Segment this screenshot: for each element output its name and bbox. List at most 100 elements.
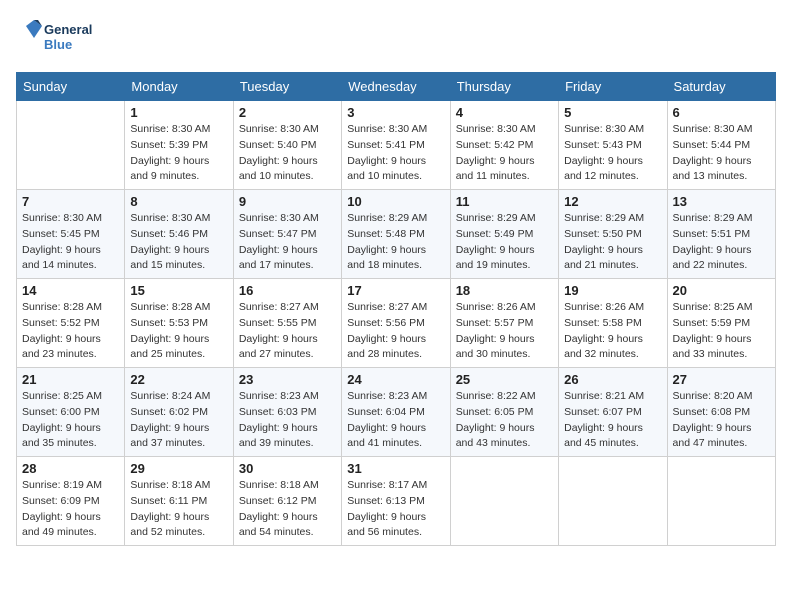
calendar-cell: 13 Sunrise: 8:29 AMSunset: 5:51 PMDayligh… bbox=[667, 190, 775, 279]
day-info: Sunrise: 8:30 AMSunset: 5:45 PMDaylight:… bbox=[22, 211, 119, 274]
day-number: 6 bbox=[673, 105, 770, 120]
calendar-cell: 25 Sunrise: 8:22 AMSunset: 6:05 PMDayligh… bbox=[450, 368, 558, 457]
calendar-cell: 23 Sunrise: 8:23 AMSunset: 6:03 PMDayligh… bbox=[233, 368, 341, 457]
calendar-cell: 29Sunrise: 8:18 AMSunset: 6:11 PMDayligh… bbox=[125, 457, 233, 546]
calendar-cell: 12 Sunrise: 8:29 AMSunset: 5:50 PMDayligh… bbox=[559, 190, 667, 279]
day-number: 15 bbox=[130, 283, 227, 298]
day-number: 25 bbox=[456, 372, 553, 387]
day-info: Sunrise: 8:28 AMSunset: 5:53 PMDaylight:… bbox=[130, 300, 227, 363]
day-number: 20 bbox=[673, 283, 770, 298]
calendar-cell: 8 Sunrise: 8:30 AMSunset: 5:46 PMDaylight… bbox=[125, 190, 233, 279]
calendar-cell: 31 Sunrise: 8:17 AMSunset: 6:13 PMDayligh… bbox=[342, 457, 450, 546]
weekday-header-monday: Monday bbox=[125, 73, 233, 101]
day-info: Sunrise: 8:30 AMSunset: 5:40 PMDaylight:… bbox=[239, 122, 336, 185]
calendar-cell: 30 Sunrise: 8:18 AMSunset: 6:12 PMDayligh… bbox=[233, 457, 341, 546]
day-number: 31 bbox=[347, 461, 444, 476]
day-info: Sunrise: 8:26 AMSunset: 5:58 PMDaylight:… bbox=[564, 300, 661, 363]
calendar-cell: 4 Sunrise: 8:30 AMSunset: 5:42 PMDaylight… bbox=[450, 101, 558, 190]
calendar-cell bbox=[17, 101, 125, 190]
page-header: General Blue bbox=[16, 16, 776, 60]
weekday-header-friday: Friday bbox=[559, 73, 667, 101]
day-number: 11 bbox=[456, 194, 553, 209]
calendar-cell: 6 Sunrise: 8:30 AMSunset: 5:44 PMDaylight… bbox=[667, 101, 775, 190]
day-info: Sunrise: 8:29 AMSunset: 5:48 PMDaylight:… bbox=[347, 211, 444, 274]
calendar-cell: 21 Sunrise: 8:25 AMSunset: 6:00 PMDayligh… bbox=[17, 368, 125, 457]
day-number: 29 bbox=[130, 461, 227, 476]
weekday-header-wednesday: Wednesday bbox=[342, 73, 450, 101]
day-info: Sunrise: 8:30 AMSunset: 5:47 PMDaylight:… bbox=[239, 211, 336, 274]
day-info: Sunrise: 8:30 AMSunset: 5:44 PMDaylight:… bbox=[673, 122, 770, 185]
weekday-header-saturday: Saturday bbox=[667, 73, 775, 101]
day-info: Sunrise: 8:21 AMSunset: 6:07 PMDaylight:… bbox=[564, 389, 661, 452]
day-number: 28 bbox=[22, 461, 119, 476]
day-number: 21 bbox=[22, 372, 119, 387]
calendar-cell: 17 Sunrise: 8:27 AMSunset: 5:56 PMDayligh… bbox=[342, 279, 450, 368]
day-info: Sunrise: 8:20 AMSunset: 6:08 PMDaylight:… bbox=[673, 389, 770, 452]
calendar-cell: 19 Sunrise: 8:26 AMSunset: 5:58 PMDayligh… bbox=[559, 279, 667, 368]
day-info: Sunrise: 8:30 AMSunset: 5:39 PMDaylight:… bbox=[130, 122, 227, 185]
day-info: Sunrise: 8:30 AMSunset: 5:46 PMDaylight:… bbox=[130, 211, 227, 274]
calendar-cell: 5 Sunrise: 8:30 AMSunset: 5:43 PMDaylight… bbox=[559, 101, 667, 190]
day-number: 26 bbox=[564, 372, 661, 387]
weekday-header-sunday: Sunday bbox=[17, 73, 125, 101]
day-number: 24 bbox=[347, 372, 444, 387]
day-info: Sunrise: 8:27 AMSunset: 5:55 PMDaylight:… bbox=[239, 300, 336, 363]
day-info: Sunrise: 8:24 AMSunset: 6:02 PMDaylight:… bbox=[130, 389, 227, 452]
day-number: 5 bbox=[564, 105, 661, 120]
day-number: 18 bbox=[456, 283, 553, 298]
calendar-cell bbox=[450, 457, 558, 546]
day-number: 16 bbox=[239, 283, 336, 298]
day-info: Sunrise: 8:22 AMSunset: 6:05 PMDaylight:… bbox=[456, 389, 553, 452]
calendar-cell: 15 Sunrise: 8:28 AMSunset: 5:53 PMDayligh… bbox=[125, 279, 233, 368]
day-info: Sunrise: 8:30 AMSunset: 5:42 PMDaylight:… bbox=[456, 122, 553, 185]
calendar-cell: 10Sunrise: 8:29 AMSunset: 5:48 PMDayligh… bbox=[342, 190, 450, 279]
calendar-cell: 11Sunrise: 8:29 AMSunset: 5:49 PMDayligh… bbox=[450, 190, 558, 279]
day-number: 22 bbox=[130, 372, 227, 387]
day-info: Sunrise: 8:28 AMSunset: 5:52 PMDaylight:… bbox=[22, 300, 119, 363]
day-info: Sunrise: 8:25 AMSunset: 6:00 PMDaylight:… bbox=[22, 389, 119, 452]
day-number: 30 bbox=[239, 461, 336, 476]
day-info: Sunrise: 8:19 AMSunset: 6:09 PMDaylight:… bbox=[22, 478, 119, 541]
calendar-cell: 22 Sunrise: 8:24 AMSunset: 6:02 PMDayligh… bbox=[125, 368, 233, 457]
calendar-cell: 1 Sunrise: 8:30 AMSunset: 5:39 PMDaylight… bbox=[125, 101, 233, 190]
day-number: 14 bbox=[22, 283, 119, 298]
logo: General Blue bbox=[16, 16, 106, 60]
day-info: Sunrise: 8:25 AMSunset: 5:59 PMDaylight:… bbox=[673, 300, 770, 363]
calendar-table: SundayMondayTuesdayWednesdayThursdayFrid… bbox=[16, 72, 776, 546]
day-info: Sunrise: 8:30 AMSunset: 5:43 PMDaylight:… bbox=[564, 122, 661, 185]
day-number: 1 bbox=[130, 105, 227, 120]
day-number: 3 bbox=[347, 105, 444, 120]
day-number: 27 bbox=[673, 372, 770, 387]
day-number: 4 bbox=[456, 105, 553, 120]
day-info: Sunrise: 8:18 AMSunset: 6:12 PMDaylight:… bbox=[239, 478, 336, 541]
calendar-cell: 24Sunrise: 8:23 AMSunset: 6:04 PMDayligh… bbox=[342, 368, 450, 457]
day-info: Sunrise: 8:23 AMSunset: 6:03 PMDaylight:… bbox=[239, 389, 336, 452]
day-number: 19 bbox=[564, 283, 661, 298]
day-info: Sunrise: 8:26 AMSunset: 5:57 PMDaylight:… bbox=[456, 300, 553, 363]
calendar-cell: 16 Sunrise: 8:27 AMSunset: 5:55 PMDayligh… bbox=[233, 279, 341, 368]
calendar-cell bbox=[559, 457, 667, 546]
calendar-cell bbox=[667, 457, 775, 546]
day-info: Sunrise: 8:27 AMSunset: 5:56 PMDaylight:… bbox=[347, 300, 444, 363]
day-number: 13 bbox=[673, 194, 770, 209]
day-number: 7 bbox=[22, 194, 119, 209]
day-number: 2 bbox=[239, 105, 336, 120]
calendar-cell: 26 Sunrise: 8:21 AMSunset: 6:07 PMDayligh… bbox=[559, 368, 667, 457]
day-number: 17 bbox=[347, 283, 444, 298]
day-number: 23 bbox=[239, 372, 336, 387]
day-info: Sunrise: 8:30 AMSunset: 5:41 PMDaylight:… bbox=[347, 122, 444, 185]
day-info: Sunrise: 8:29 AMSunset: 5:50 PMDaylight:… bbox=[564, 211, 661, 274]
calendar-cell: 28 Sunrise: 8:19 AMSunset: 6:09 PMDayligh… bbox=[17, 457, 125, 546]
day-info: Sunrise: 8:29 AMSunset: 5:51 PMDaylight:… bbox=[673, 211, 770, 274]
calendar-cell: 18 Sunrise: 8:26 AMSunset: 5:57 PMDayligh… bbox=[450, 279, 558, 368]
svg-text:General: General bbox=[44, 22, 92, 37]
day-number: 8 bbox=[130, 194, 227, 209]
logo-svg: General Blue bbox=[16, 16, 106, 60]
svg-text:Blue: Blue bbox=[44, 37, 72, 52]
day-info: Sunrise: 8:17 AMSunset: 6:13 PMDaylight:… bbox=[347, 478, 444, 541]
day-number: 12 bbox=[564, 194, 661, 209]
calendar-cell: 20 Sunrise: 8:25 AMSunset: 5:59 PMDayligh… bbox=[667, 279, 775, 368]
calendar-cell: 2 Sunrise: 8:30 AMSunset: 5:40 PMDaylight… bbox=[233, 101, 341, 190]
weekday-header-tuesday: Tuesday bbox=[233, 73, 341, 101]
calendar-cell: 7 Sunrise: 8:30 AMSunset: 5:45 PMDaylight… bbox=[17, 190, 125, 279]
